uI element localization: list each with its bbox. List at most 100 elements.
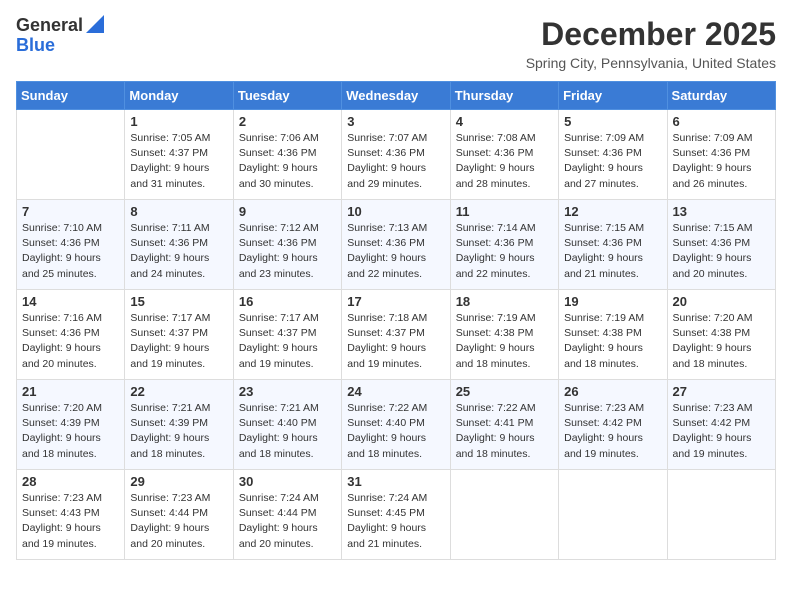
day-info: Sunrise: 7:23 AMSunset: 4:42 PMDaylight:… <box>673 401 770 462</box>
day-number: 26 <box>564 384 661 399</box>
calendar-cell: 3 Sunrise: 7:07 AMSunset: 4:36 PMDaylight… <box>342 110 450 200</box>
day-info: Sunrise: 7:22 AMSunset: 4:40 PMDaylight:… <box>347 401 444 462</box>
day-number: 22 <box>130 384 227 399</box>
calendar-cell: 21 Sunrise: 7:20 AMSunset: 4:39 PMDayligh… <box>17 380 125 470</box>
calendar-cell: 31 Sunrise: 7:24 AMSunset: 4:45 PMDayligh… <box>342 470 450 560</box>
day-number: 27 <box>673 384 770 399</box>
calendar-week-row: 21 Sunrise: 7:20 AMSunset: 4:39 PMDayligh… <box>17 380 776 470</box>
day-number: 17 <box>347 294 444 309</box>
calendar-cell: 27 Sunrise: 7:23 AMSunset: 4:42 PMDayligh… <box>667 380 775 470</box>
calendar-week-row: 7Sunrise: 7:10 AMSunset: 4:36 PMDaylight… <box>17 200 776 290</box>
calendar-cell: 9 Sunrise: 7:12 AMSunset: 4:36 PMDaylight… <box>233 200 341 290</box>
logo-icon <box>86 15 104 33</box>
location-subtitle: Spring City, Pennsylvania, United States <box>526 55 776 71</box>
day-number: 6 <box>673 114 770 129</box>
day-number: 16 <box>239 294 336 309</box>
calendar-cell: 18Sunrise: 7:19 AMSunset: 4:38 PMDayligh… <box>450 290 558 380</box>
calendar-cell: 30Sunrise: 7:24 AMSunset: 4:44 PMDayligh… <box>233 470 341 560</box>
day-info: Sunrise: 7:17 AMSunset: 4:37 PMDaylight:… <box>239 311 336 372</box>
calendar-cell <box>17 110 125 200</box>
calendar-cell: 14Sunrise: 7:16 AMSunset: 4:36 PMDayligh… <box>17 290 125 380</box>
calendar-week-row: 28Sunrise: 7:23 AMSunset: 4:43 PMDayligh… <box>17 470 776 560</box>
calendar-week-row: 14Sunrise: 7:16 AMSunset: 4:36 PMDayligh… <box>17 290 776 380</box>
day-number: 24 <box>347 384 444 399</box>
day-info: Sunrise: 7:07 AMSunset: 4:36 PMDaylight:… <box>347 131 444 192</box>
day-info: Sunrise: 7:20 AMSunset: 4:38 PMDaylight:… <box>673 311 770 372</box>
day-info: Sunrise: 7:19 AMSunset: 4:38 PMDaylight:… <box>564 311 661 372</box>
day-number: 31 <box>347 474 444 489</box>
calendar-cell: 22Sunrise: 7:21 AMSunset: 4:39 PMDayligh… <box>125 380 233 470</box>
day-number: 21 <box>22 384 119 399</box>
day-number: 4 <box>456 114 553 129</box>
column-header-monday: Monday <box>125 82 233 110</box>
calendar-cell: 29 Sunrise: 7:23 AMSunset: 4:44 PMDayligh… <box>125 470 233 560</box>
calendar-cell: 1 Sunrise: 7:05 AMSunset: 4:37 PMDaylight… <box>125 110 233 200</box>
day-info: Sunrise: 7:13 AMSunset: 4:36 PMDaylight:… <box>347 221 444 282</box>
day-number: 9 <box>239 204 336 219</box>
calendar-cell: 10 Sunrise: 7:13 AMSunset: 4:36 PMDayligh… <box>342 200 450 290</box>
day-number: 11 <box>456 204 553 219</box>
day-number: 5 <box>564 114 661 129</box>
day-number: 1 <box>130 114 227 129</box>
day-number: 25 <box>456 384 553 399</box>
day-number: 14 <box>22 294 119 309</box>
column-header-friday: Friday <box>559 82 667 110</box>
calendar-cell: 5 Sunrise: 7:09 AMSunset: 4:36 PMDaylight… <box>559 110 667 200</box>
day-info: Sunrise: 7:20 AMSunset: 4:39 PMDaylight:… <box>22 401 119 462</box>
calendar-cell: 28Sunrise: 7:23 AMSunset: 4:43 PMDayligh… <box>17 470 125 560</box>
day-info: Sunrise: 7:17 AMSunset: 4:37 PMDaylight:… <box>130 311 227 372</box>
column-header-sunday: Sunday <box>17 82 125 110</box>
calendar-cell: 26 Sunrise: 7:23 AMSunset: 4:42 PMDayligh… <box>559 380 667 470</box>
day-info: Sunrise: 7:23 AMSunset: 4:44 PMDaylight:… <box>130 491 227 552</box>
day-number: 30 <box>239 474 336 489</box>
day-info: Sunrise: 7:06 AMSunset: 4:36 PMDaylight:… <box>239 131 336 192</box>
day-number: 10 <box>347 204 444 219</box>
day-info: Sunrise: 7:22 AMSunset: 4:41 PMDaylight:… <box>456 401 553 462</box>
day-number: 13 <box>673 204 770 219</box>
day-number: 7 <box>22 204 119 219</box>
day-info: Sunrise: 7:09 AMSunset: 4:36 PMDaylight:… <box>564 131 661 192</box>
calendar-cell: 25 Sunrise: 7:22 AMSunset: 4:41 PMDayligh… <box>450 380 558 470</box>
day-info: Sunrise: 7:18 AMSunset: 4:37 PMDaylight:… <box>347 311 444 372</box>
title-block: December 2025 Spring City, Pennsylvania,… <box>526 16 776 71</box>
calendar-cell <box>559 470 667 560</box>
calendar-cell: 15 Sunrise: 7:17 AMSunset: 4:37 PMDayligh… <box>125 290 233 380</box>
calendar-cell: 24 Sunrise: 7:22 AMSunset: 4:40 PMDayligh… <box>342 380 450 470</box>
day-info: Sunrise: 7:05 AMSunset: 4:37 PMDaylight:… <box>130 131 227 192</box>
page-header: General Blue December 2025 Spring City, … <box>16 16 776 71</box>
calendar-cell <box>450 470 558 560</box>
day-info: Sunrise: 7:08 AMSunset: 4:36 PMDaylight:… <box>456 131 553 192</box>
day-number: 3 <box>347 114 444 129</box>
day-info: Sunrise: 7:23 AMSunset: 4:43 PMDaylight:… <box>22 491 119 552</box>
logo-text-blue: Blue <box>16 36 55 56</box>
column-header-saturday: Saturday <box>667 82 775 110</box>
column-header-tuesday: Tuesday <box>233 82 341 110</box>
day-number: 8 <box>130 204 227 219</box>
calendar-cell: 20Sunrise: 7:20 AMSunset: 4:38 PMDayligh… <box>667 290 775 380</box>
day-info: Sunrise: 7:11 AMSunset: 4:36 PMDaylight:… <box>130 221 227 282</box>
day-number: 15 <box>130 294 227 309</box>
column-header-thursday: Thursday <box>450 82 558 110</box>
day-info: Sunrise: 7:14 AMSunset: 4:36 PMDaylight:… <box>456 221 553 282</box>
calendar-cell: 13Sunrise: 7:15 AMSunset: 4:36 PMDayligh… <box>667 200 775 290</box>
calendar-cell: 16 Sunrise: 7:17 AMSunset: 4:37 PMDayligh… <box>233 290 341 380</box>
day-number: 29 <box>130 474 227 489</box>
day-info: Sunrise: 7:12 AMSunset: 4:36 PMDaylight:… <box>239 221 336 282</box>
day-info: Sunrise: 7:19 AMSunset: 4:38 PMDaylight:… <box>456 311 553 372</box>
calendar-table: SundayMondayTuesdayWednesdayThursdayFrid… <box>16 81 776 560</box>
day-number: 2 <box>239 114 336 129</box>
month-title: December 2025 <box>526 16 776 53</box>
day-info: Sunrise: 7:23 AMSunset: 4:42 PMDaylight:… <box>564 401 661 462</box>
calendar-header-row: SundayMondayTuesdayWednesdayThursdayFrid… <box>17 82 776 110</box>
calendar-cell: 2 Sunrise: 7:06 AMSunset: 4:36 PMDaylight… <box>233 110 341 200</box>
calendar-week-row: 1 Sunrise: 7:05 AMSunset: 4:37 PMDaylight… <box>17 110 776 200</box>
day-info: Sunrise: 7:24 AMSunset: 4:45 PMDaylight:… <box>347 491 444 552</box>
calendar-cell: 23Sunrise: 7:21 AMSunset: 4:40 PMDayligh… <box>233 380 341 470</box>
calendar-cell: 12 Sunrise: 7:15 AMSunset: 4:36 PMDayligh… <box>559 200 667 290</box>
calendar-cell: 7Sunrise: 7:10 AMSunset: 4:36 PMDaylight… <box>17 200 125 290</box>
calendar-cell: 6Sunrise: 7:09 AMSunset: 4:36 PMDaylight… <box>667 110 775 200</box>
calendar-cell: 4 Sunrise: 7:08 AMSunset: 4:36 PMDaylight… <box>450 110 558 200</box>
day-number: 12 <box>564 204 661 219</box>
day-info: Sunrise: 7:15 AMSunset: 4:36 PMDaylight:… <box>564 221 661 282</box>
calendar-cell: 17 Sunrise: 7:18 AMSunset: 4:37 PMDayligh… <box>342 290 450 380</box>
